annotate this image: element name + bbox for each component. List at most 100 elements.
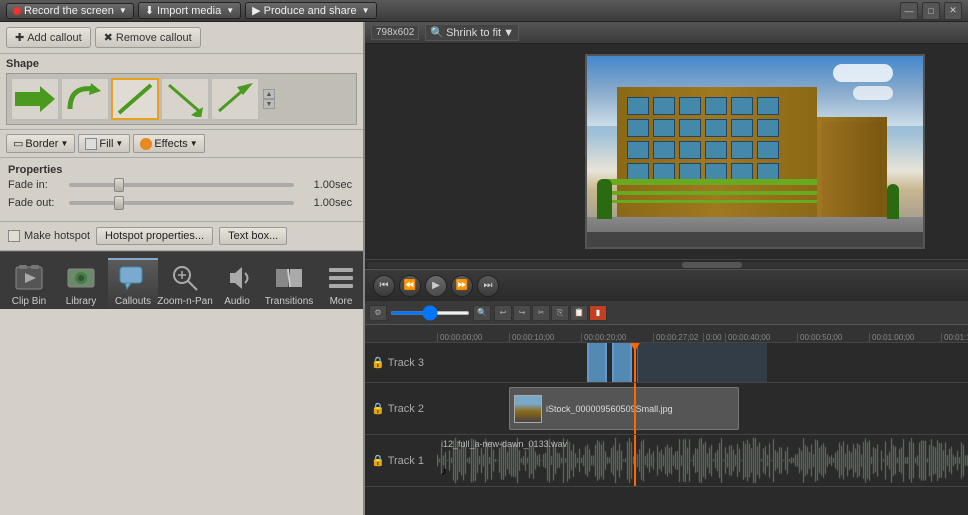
record-btn[interactable]: Record the screen ▼: [6, 3, 134, 19]
track-1-name: Track 1: [388, 455, 424, 467]
shape-line-diagonal[interactable]: [111, 78, 159, 120]
fast-forward-btn[interactable]: ⏩: [451, 275, 473, 297]
tl-redo-btn[interactable]: ↪: [513, 305, 531, 321]
building-preview: [585, 54, 925, 249]
style-toolbar: ▭ Border ▼ Fill ▼ Effects ▼: [0, 130, 363, 158]
fade-out-unit: sec: [335, 197, 355, 209]
fade-in-slider[interactable]: [69, 183, 294, 187]
callouts-icon: [117, 262, 149, 294]
fill-icon: [85, 138, 97, 150]
add-icon: ✚: [15, 31, 24, 44]
track-1-content[interactable]: i12_full_a-new-dawn_0133.wav ♪: [437, 435, 968, 486]
skip-forward-btn[interactable]: ⏭: [477, 275, 499, 297]
top-bar-right: — □ ✕: [900, 2, 962, 20]
tool-callouts[interactable]: Callouts: [108, 258, 158, 309]
ruler-mark-8: 00:01:10;00: [941, 333, 968, 342]
fade-out-value: 1.00: [300, 197, 335, 209]
main-layout: ✚ Add callout ✖ Remove callout Shape: [0, 22, 968, 515]
library-icon: [65, 262, 97, 294]
tool-transitions[interactable]: Transitions: [264, 260, 314, 309]
fade-out-slider[interactable]: [69, 201, 294, 205]
tool-clip-bin[interactable]: Clip Bin: [4, 260, 54, 309]
zoom-n-pan-icon: [169, 262, 201, 294]
hotspot-properties-label: Hotspot properties...: [105, 230, 204, 242]
minimize-btn[interactable]: —: [900, 2, 918, 20]
rewind-btn[interactable]: ⏪: [399, 275, 421, 297]
transport-bar: ⏮ ⏪ ▶ ⏩ ⏭ 0:00:27:02 / 0:02:12:09: [365, 269, 968, 301]
scroll-down-btn[interactable]: ▼: [263, 99, 275, 109]
track-3-content[interactable]: [437, 343, 968, 382]
make-hotspot-checkbox[interactable]: [8, 230, 20, 242]
fill-btn[interactable]: Fill ▼: [78, 134, 130, 153]
tl-copy-btn[interactable]: ⎘: [551, 305, 569, 321]
skip-back-btn[interactable]: ⏮: [373, 275, 395, 297]
tl-paste-btn[interactable]: 📋: [570, 305, 588, 321]
fade-in-label: Fade in:: [8, 179, 63, 191]
tl-clip-btn[interactable]: ▮: [589, 305, 607, 321]
callout-marker-2[interactable]: [612, 343, 632, 382]
track-2-label: 🔒 Track 2: [365, 402, 437, 415]
shape-arrow-right[interactable]: [11, 78, 59, 120]
make-hotspot-checkbox-label[interactable]: Make hotspot: [8, 230, 90, 242]
ruler-mark-1: 00:00:10;00: [509, 333, 581, 342]
right-panel: 798x602 🔍 Shrink to fit ▼ ⊞ ▣ ⊡ ↗: [365, 22, 968, 515]
callout-region[interactable]: [637, 343, 767, 382]
ruler-mark-2: 00:00:20;00: [581, 333, 653, 342]
tool-zoom-n-pan[interactable]: Zoom-n-Pan: [160, 260, 210, 309]
maximize-btn[interactable]: □: [922, 2, 940, 20]
top-bar: Record the screen ▼ ⬇ Import media ▼ ▶ P…: [0, 0, 968, 22]
audio-label: Audio: [224, 296, 250, 307]
track-2-content[interactable]: iStock_000009560509Small.jpg: [437, 383, 968, 434]
text-box-label: Text box...: [228, 230, 278, 242]
ruler-mark-7: 00:01:00;00: [869, 333, 941, 342]
text-box-btn[interactable]: Text box...: [219, 227, 287, 245]
shape-curved-arrow[interactable]: [61, 78, 109, 120]
fade-in-thumb[interactable]: [114, 178, 124, 192]
audio-icon: [221, 262, 253, 294]
shape-arrow-diagonal-up[interactable]: [211, 78, 259, 120]
library-label: Library: [66, 296, 97, 307]
tool-more[interactable]: More: [316, 260, 366, 309]
tl-settings-btn[interactable]: ⚙: [369, 305, 387, 321]
properties-section: Properties Fade in: 1.00 sec Fade out: 1…: [0, 158, 363, 222]
ruler-mark-3: 00:00:27;02: [653, 333, 703, 342]
preview-hscroll[interactable]: [365, 259, 968, 269]
border-icon: ▭: [13, 137, 23, 150]
effects-icon: [140, 138, 152, 150]
tool-audio[interactable]: Audio: [212, 260, 262, 309]
shape-arrow-diagonal-down[interactable]: [161, 78, 209, 120]
add-callout-button[interactable]: ✚ Add callout: [6, 27, 91, 48]
fade-in-row: Fade in: 1.00 sec: [8, 179, 355, 191]
clip-thumbnail: [514, 395, 542, 423]
image-clip[interactable]: iStock_000009560509Small.jpg: [509, 387, 739, 430]
tl-undo-btn[interactable]: ↩: [494, 305, 512, 321]
tl-zoom-in-btn[interactable]: 🔍: [473, 305, 491, 321]
fade-out-thumb[interactable]: [114, 196, 124, 210]
produce-label: Produce and share: [264, 5, 357, 17]
tl-zoom-slider[interactable]: [390, 311, 470, 315]
produce-btn[interactable]: ▶ Produce and share ▼: [245, 2, 376, 19]
callouts-label: Callouts: [115, 296, 151, 307]
callout-marker-1[interactable]: [587, 343, 607, 382]
tool-library[interactable]: Library: [56, 260, 106, 309]
remove-callout-label: Remove callout: [116, 32, 192, 44]
fade-out-label: Fade out:: [8, 197, 63, 209]
ruler-mark-5: 00:00:40;00: [725, 333, 797, 342]
hotspot-properties-btn[interactable]: Hotspot properties...: [96, 227, 213, 245]
close-btn[interactable]: ✕: [944, 2, 962, 20]
effects-btn[interactable]: Effects ▼: [133, 134, 204, 153]
track-1-label: 🔒 Track 1: [365, 454, 437, 467]
play-btn[interactable]: ▶: [425, 275, 447, 297]
ruler-mark-6: 00:00:50;00: [797, 333, 869, 342]
remove-callout-button[interactable]: ✖ Remove callout: [95, 27, 201, 48]
border-btn[interactable]: ▭ Border ▼: [6, 134, 75, 153]
scroll-up-btn[interactable]: ▲: [263, 89, 275, 99]
playhead[interactable]: [634, 343, 636, 382]
fit-dropdown[interactable]: 🔍 Shrink to fit ▼: [425, 24, 519, 41]
fade-in-value: 1.00: [300, 179, 335, 191]
fade-in-unit: sec: [335, 179, 355, 191]
timeline-tracks: 🔒 Track 3: [365, 343, 968, 515]
playhead-t2: [634, 383, 636, 434]
import-btn[interactable]: ⬇ Import media ▼: [138, 2, 241, 19]
tl-cut-btn[interactable]: ✂: [532, 305, 550, 321]
